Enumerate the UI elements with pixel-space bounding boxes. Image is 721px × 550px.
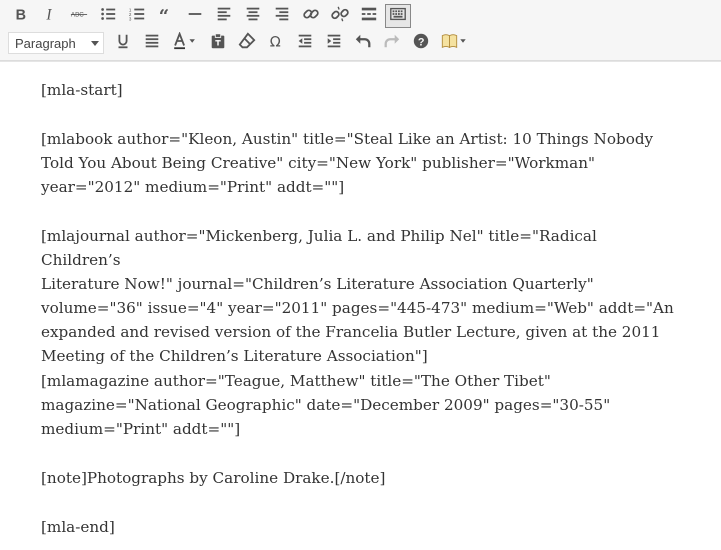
align-right-icon [273,5,291,28]
horizontal-line-button[interactable] [182,4,208,28]
paragraph-mlajournal: [mlajournal author="Mickenberg, Julia L.… [41,227,674,365]
bold-icon: B [12,5,30,28]
paragraph-mlamagazine: [mlamagazine author="Teague, Matthew" ti… [41,372,611,438]
svg-text:Ω: Ω [270,34,281,50]
read-more-icon [360,5,378,28]
editor-toolbar: B I ABC 123 “ Paragraph Ω ? [0,0,721,61]
align-right-button[interactable] [269,4,295,28]
svg-text:ABC: ABC [71,11,84,18]
align-left-icon [215,5,233,28]
align-center-icon [244,5,262,28]
numbered-list-icon: 123 [128,5,146,28]
horizontal-line-icon [186,5,204,28]
insert-link-button[interactable] [298,4,324,28]
bullet-list-icon [99,5,117,28]
svg-text:“: “ [159,6,169,23]
undo-icon [354,32,372,55]
undo-button[interactable] [350,31,376,55]
special-character-button[interactable]: Ω [263,31,289,55]
help-button[interactable]: ? [408,31,434,55]
special-character-icon: Ω [267,32,285,55]
paragraph-mlabook: [mlabook author="Kleon, Austin" title="S… [41,130,654,196]
format-select[interactable]: Paragraph [8,32,104,54]
paste-as-text-button[interactable] [205,31,231,55]
justify-button[interactable] [139,31,165,55]
redo-icon [383,32,401,55]
link-icon [302,5,320,28]
strikethrough-icon: ABC [70,5,88,28]
paragraph-mla-end: [mla-end] [41,518,115,536]
outdent-button[interactable] [292,31,318,55]
toolbar-toggle-icon [389,5,407,28]
blockquote-button[interactable]: “ [153,4,179,28]
italic-icon: I [41,5,59,28]
unlink-icon [331,5,349,28]
clear-formatting-button[interactable] [234,31,260,55]
paragraph-note: [note]Photographs by Caroline Drake.[/no… [41,469,386,487]
svg-text:B: B [16,7,26,23]
align-left-button[interactable] [211,4,237,28]
help-icon: ? [412,32,430,55]
chevron-down-icon [91,40,99,46]
toolbar-row-1: B I ABC 123 “ [8,3,414,29]
editor-content-area[interactable]: [mla-start] [mlabook author="Kleon, Aust… [0,61,721,550]
bullet-list-button[interactable] [95,4,121,28]
read-more-button[interactable] [356,4,382,28]
indent-button[interactable] [321,31,347,55]
strikethrough-button[interactable]: ABC [66,4,92,28]
underline-button[interactable] [110,31,136,55]
outdent-icon [296,32,314,55]
paste-as-text-icon [209,32,227,55]
text-color-icon [171,30,199,55]
bold-button[interactable]: B [8,4,34,28]
indent-icon [325,32,343,55]
svg-text:3: 3 [129,16,132,21]
toolbar-toggle-button[interactable] [385,4,411,28]
svg-text:I: I [45,6,52,23]
toolbar-row-2: Paragraph Ω ? [8,30,474,56]
justify-icon [143,32,161,55]
paragraph-mla-start: [mla-start] [41,81,123,99]
redo-button[interactable] [379,31,405,55]
italic-button[interactable]: I [37,4,63,28]
book-icon [440,32,468,55]
align-center-button[interactable] [240,4,266,28]
book-menu-button[interactable] [437,31,471,55]
text-color-button[interactable] [168,30,202,55]
numbered-list-button[interactable]: 123 [124,4,150,28]
blockquote-icon: “ [157,5,175,28]
underline-icon [114,32,132,55]
format-select-value: Paragraph [15,35,76,51]
clear-formatting-icon [238,31,256,55]
remove-link-button[interactable] [327,4,353,28]
svg-text:?: ? [418,36,425,48]
